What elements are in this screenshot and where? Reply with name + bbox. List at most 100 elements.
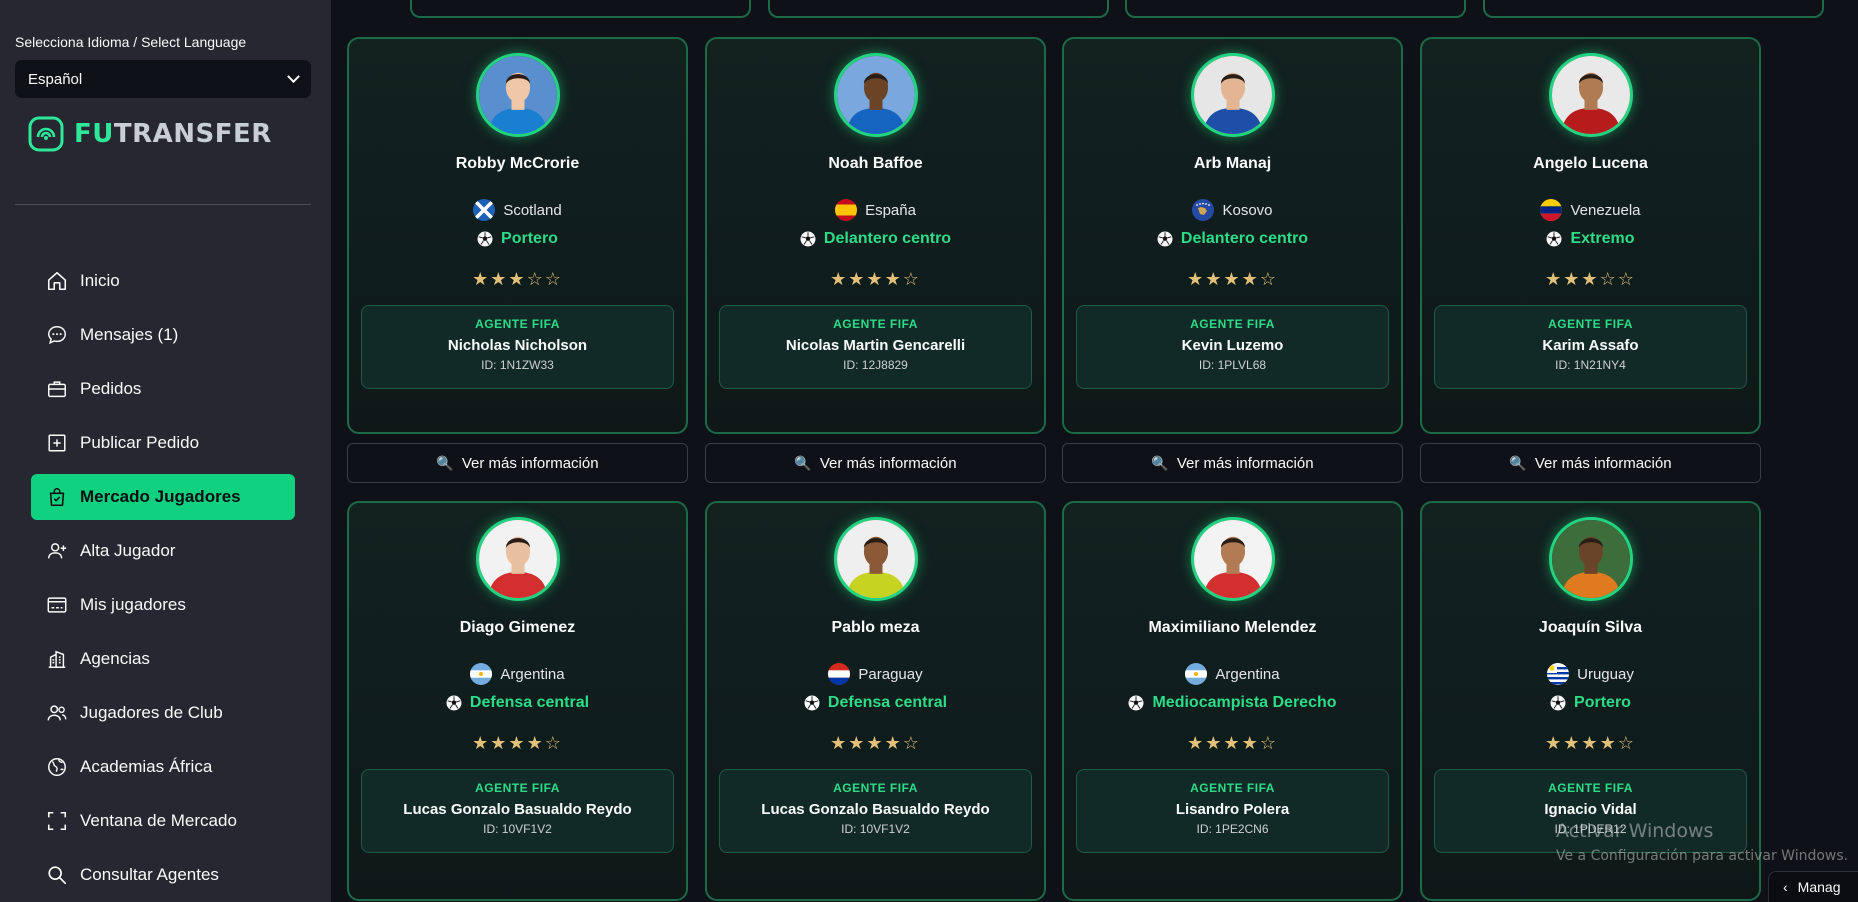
players-market: Robby McCrorie Scotland Portero ★★★☆☆ AG… (331, 0, 1858, 902)
more-info-button[interactable]: 🔍 Ver más información (705, 443, 1046, 483)
sidebar-item-pedidos[interactable]: Pedidos (31, 362, 295, 416)
sidebar-item-publicar-pedido[interactable]: Publicar Pedido (31, 416, 295, 470)
player-position: Portero (349, 230, 686, 248)
language-label: Selecciona Idioma / Select Language (15, 34, 247, 50)
magnifier-icon: 🔍 (1151, 454, 1169, 471)
agent-label: AGENTE FIFA (833, 317, 918, 331)
sidebar-item-alta-jugador[interactable]: Alta Jugador (31, 524, 295, 578)
sidebar-item-agencias[interactable]: Agencias (31, 632, 295, 686)
card-partial (410, 0, 751, 18)
sidebar-item-label: Mis jugadores (80, 595, 186, 614)
player-position: Delantero centro (1064, 230, 1401, 248)
id-card-icon (47, 597, 67, 613)
agent-label: AGENTE FIFA (1548, 781, 1633, 795)
sidebar-nav: Inicio Mensajes (1) Pedidos Publicar Pedido… (31, 254, 295, 902)
agent-id: ID: 1N1ZW33 (481, 358, 554, 372)
sidebar-item-label: Mercado Jugadores (80, 487, 241, 506)
player-avatar (833, 517, 918, 601)
sidebar-item-label: Inicio (80, 271, 120, 290)
agent-box: AGENTE FIFA Karim Assafo ID: 1N21NY4 (1434, 305, 1747, 389)
manage-app-button[interactable]: ‹ Manag (1768, 871, 1858, 902)
player-name: Arb Manaj (1193, 155, 1272, 172)
more-info-button[interactable]: 🔍 Ver más información (347, 443, 688, 483)
sidebar-divider (15, 204, 311, 205)
position-label: Defensa central (827, 694, 948, 711)
soccer-ball-icon (1546, 231, 1562, 247)
spain-flag-icon (835, 199, 858, 221)
manage-label: Manag (1797, 879, 1841, 895)
agent-name: Nicholas Nicholson (447, 337, 588, 354)
country-name: Paraguay (858, 665, 923, 683)
globe-icon (48, 758, 66, 776)
soccer-ball-icon (477, 231, 493, 247)
agent-label: AGENTE FIFA (1190, 317, 1275, 331)
agent-id: ID: 10VF1V2 (483, 822, 552, 836)
rating-stars: ★★★☆☆ (472, 269, 563, 289)
country-name: Uruguay (1577, 665, 1634, 683)
player-avatar (1548, 517, 1633, 601)
sidebar-item-academias-africa[interactable]: Academias África (31, 740, 295, 794)
chevron-down-icon (287, 69, 300, 83)
sidebar-item-mis-jugadores[interactable]: Mis jugadores (31, 578, 295, 632)
watermark-subtitle: Ve a Configuración para activar Windows. (1556, 848, 1849, 864)
sidebar-item-label: Ventana de Mercado (80, 811, 237, 830)
sidebar-item-mercado-jugadores[interactable]: Mercado Jugadores (31, 474, 295, 520)
sidebar-item-label: Academias África (80, 757, 213, 776)
sidebar-item-jugadores-de-club[interactable]: Jugadores de Club (31, 686, 295, 740)
sidebar-item-inicio[interactable]: Inicio (31, 254, 295, 308)
country-name: Scotland (503, 201, 562, 219)
player-country: Uruguay (1422, 663, 1759, 685)
frame-icon (47, 811, 67, 831)
player-country: Venezuela (1422, 199, 1759, 221)
soccer-ball-icon (1550, 695, 1566, 711)
rating-stars: ★★★★☆ (1187, 733, 1278, 753)
player-card: Pablo meza Paraguay Defensa central ★★★★… (705, 501, 1046, 901)
agent-label: AGENTE FIFA (833, 781, 918, 795)
sidebar-item-label: Publicar Pedido (80, 433, 200, 452)
sidebar-item-label: Pedidos (80, 379, 142, 398)
player-country: España (707, 199, 1044, 221)
position-label: Portero (1574, 694, 1631, 711)
agent-box: AGENTE FIFA Lucas Gonzalo Basualdo Reydo… (719, 769, 1032, 853)
position-label: Delantero centro (823, 230, 952, 247)
player-photo (1193, 520, 1272, 598)
agent-name: Ignacio Vidal (1544, 801, 1637, 818)
more-info-button[interactable]: 🔍 Ver más información (1062, 443, 1403, 483)
agent-label: AGENTE FIFA (475, 317, 560, 331)
users-icon (47, 705, 67, 721)
player-country: Paraguay (707, 663, 1044, 685)
player-position: Defensa central (349, 694, 686, 712)
player-card: Robby McCrorie Scotland Portero ★★★☆☆ AG… (347, 37, 688, 434)
language-select[interactable]: Español (15, 60, 311, 98)
sidebar-item-ventana-de-mercado[interactable]: Ventana de Mercado (31, 794, 295, 848)
soccer-ball-icon (804, 695, 820, 711)
player-position: Portero (1422, 694, 1759, 712)
player-name: Joaquín Silva (1538, 619, 1643, 636)
user-plus-icon (48, 543, 67, 559)
argentina-flag-icon (1185, 663, 1208, 685)
player-position: Mediocampista Derecho (1064, 694, 1401, 712)
soccer-ball-icon (800, 231, 816, 247)
agent-box: AGENTE FIFA Lisandro Polera ID: 1PE2CN6 (1076, 769, 1389, 853)
agent-label: AGENTE FIFA (475, 781, 560, 795)
rating-stars: ★★★★☆ (1187, 269, 1278, 289)
rating-stars: ★★★★☆ (472, 733, 563, 753)
venezuela-flag-icon (1540, 199, 1563, 221)
logo-icon (28, 116, 64, 152)
soccer-ball-icon (1128, 695, 1144, 711)
sidebar-item-label: Mensajes (1) (80, 325, 179, 344)
more-info-button[interactable]: 🔍 Ver más información (1420, 443, 1761, 483)
argentina-flag-icon (470, 663, 493, 685)
sidebar-item-consultar-agentes[interactable]: Consultar Agentes (31, 848, 295, 902)
position-label: Portero (501, 230, 558, 247)
player-country: Argentina (1064, 663, 1401, 685)
magnifier-icon: 🔍 (794, 454, 812, 471)
player-position: Delantero centro (707, 230, 1044, 248)
paraguay-flag-icon (828, 663, 851, 685)
player-avatar (475, 53, 560, 137)
player-photo (478, 520, 557, 598)
agent-box: AGENTE FIFA Kevin Luzemo ID: 1PLVL68 (1076, 305, 1389, 389)
sidebar-item-mensajes-1[interactable]: Mensajes (1) (31, 308, 295, 362)
agent-name: Karim Assafo (1542, 337, 1639, 354)
more-info-label: Ver más información (1534, 454, 1672, 472)
